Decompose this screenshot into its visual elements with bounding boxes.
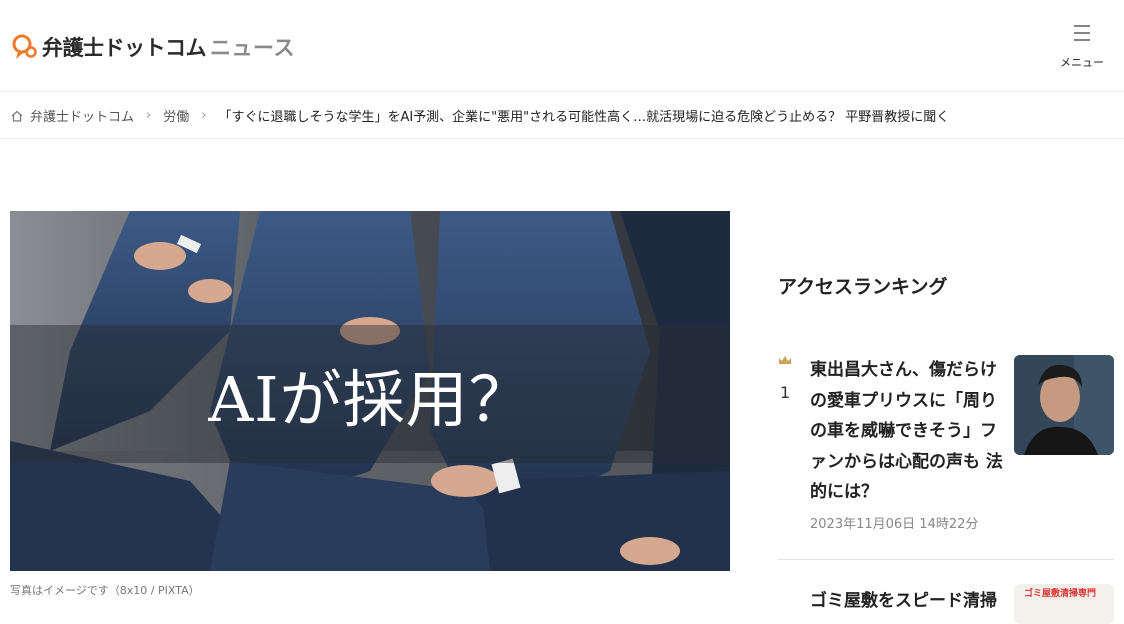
breadcrumb-category[interactable]: 労働 xyxy=(163,106,189,125)
site-logo[interactable]: 弁護士ドットコム ニュース xyxy=(10,32,295,62)
breadcrumb-home-link[interactable]: 弁護士ドットコム xyxy=(30,106,134,125)
thumbnail-text: ゴミ屋敷清掃専門 xyxy=(1024,589,1097,599)
breadcrumb-category-link[interactable]: 労働 xyxy=(163,106,189,125)
rank-number: 1 xyxy=(780,383,791,402)
ranking-item[interactable]: 1 東出昌大さん、傷だらけの愛車プリウスに「周りの車を威嚇できそう」ファンからは… xyxy=(778,355,1114,560)
menu-button[interactable]: メニュー xyxy=(1058,24,1106,70)
breadcrumb-home[interactable]: 弁護士ドットコム xyxy=(10,106,134,125)
hero-image: AIが採用？ xyxy=(10,211,730,571)
logo-news-label: ニュース xyxy=(210,36,295,60)
ranking-thumbnail[interactable]: ゴミ屋敷清掃専門 xyxy=(1014,584,1114,624)
ranking-headline[interactable]: 東出昌大さん、傷だらけの愛車プリウスに「周りの車を威嚇できそう」ファンからは心配… xyxy=(810,355,1004,508)
logo-wordmark: 弁護士ドットコム xyxy=(42,36,207,60)
balloon-logo-icon xyxy=(10,32,40,62)
chevron-right-icon: › xyxy=(201,108,207,123)
site-header: 弁護士ドットコム ニュース メニュー xyxy=(0,0,1124,92)
hero-overlay-text: AIが採用？ xyxy=(208,363,532,436)
ranking-title: アクセスランキング xyxy=(778,276,948,298)
ranking-headline[interactable]: ゴミ屋敷をスピード清掃 xyxy=(810,586,997,611)
ranking-item[interactable]: ゴミ屋敷をスピード清掃 ゴミ屋敷清掃専門 xyxy=(778,580,1114,624)
chevron-right-icon: › xyxy=(146,108,152,123)
crown-icon xyxy=(779,356,791,364)
home-icon xyxy=(11,110,23,122)
ranking-thumbnail[interactable] xyxy=(1014,355,1114,455)
hamburger-icon xyxy=(1074,25,1090,41)
menu-label: メニュー xyxy=(1060,56,1104,69)
breadcrumb-current: 「すぐに退職しそうな学生」をAI予測、企業に"悪用"される可能性高く…就活現場に… xyxy=(218,110,950,125)
ranking-date: 2023年11月06日 14時22分 xyxy=(810,517,979,532)
image-caption: 写真はイメージです（8x10 / PIXTA） xyxy=(10,584,200,597)
breadcrumb: 弁護士ドットコム › 労働 › 「すぐに退職しそうな学生」をAI予測、企業に"悪… xyxy=(0,93,1124,139)
person-photo xyxy=(1014,355,1114,455)
